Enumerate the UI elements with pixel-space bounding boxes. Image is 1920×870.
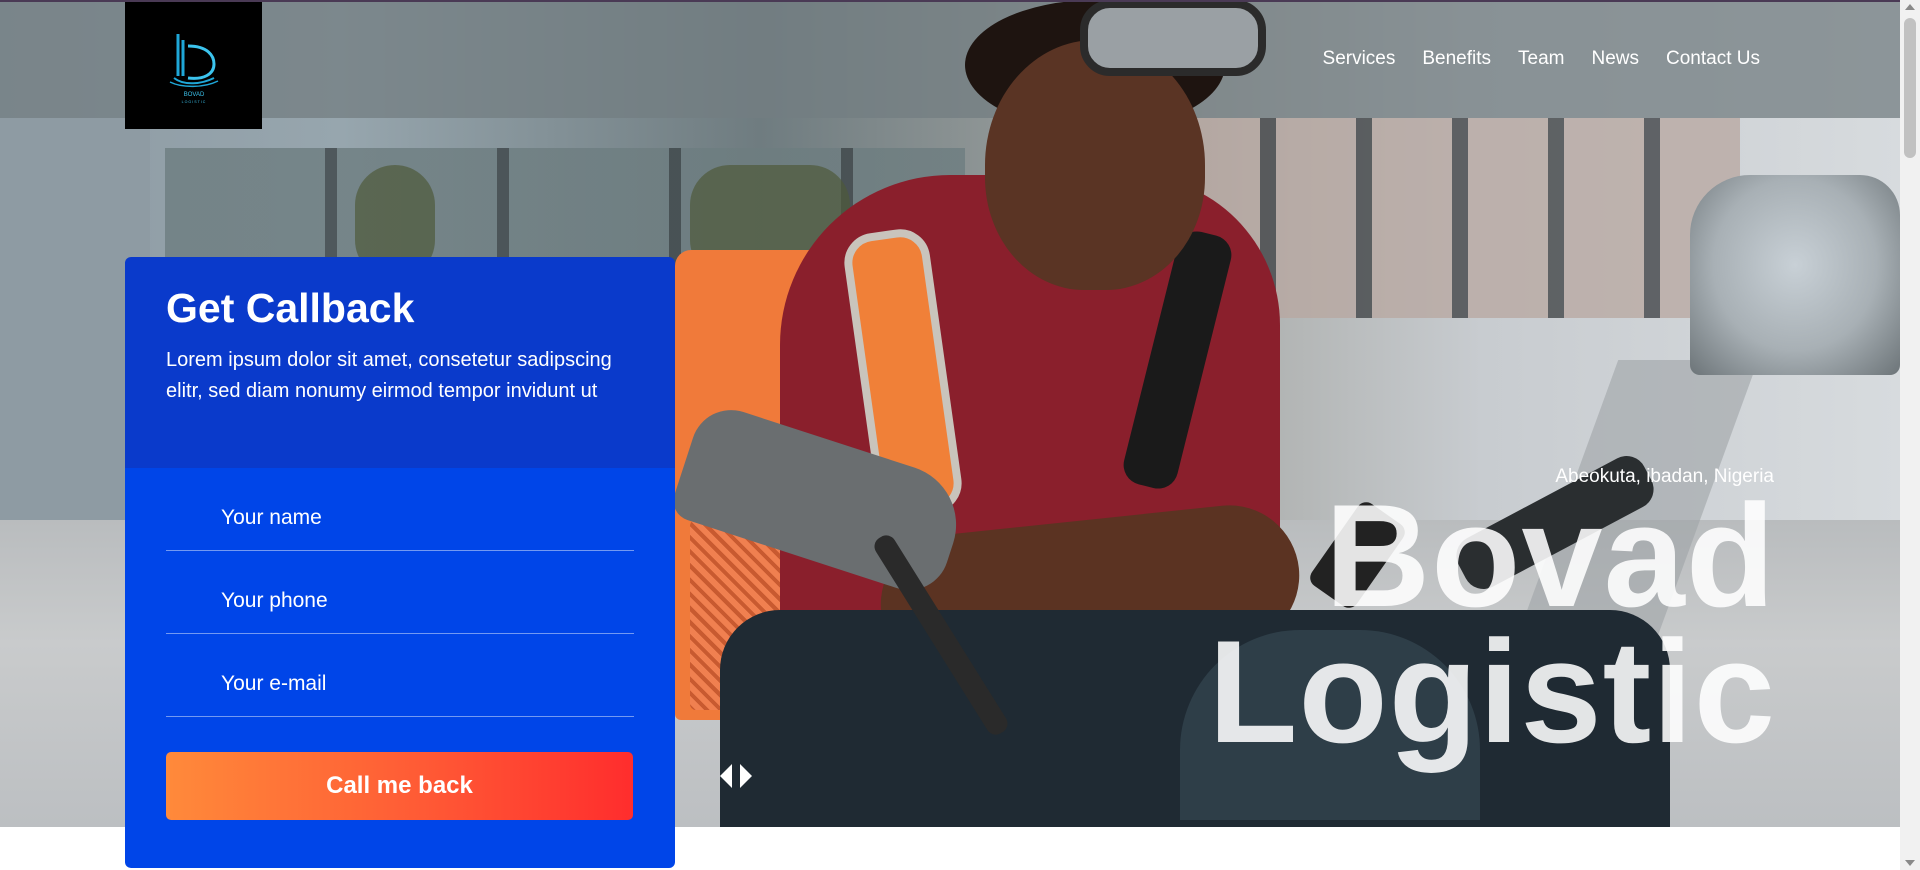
page-scrollbar[interactable] xyxy=(1900,0,1920,870)
hero-title: Bovad Logistic xyxy=(1208,474,1776,773)
name-field-row xyxy=(166,468,634,551)
name-input[interactable] xyxy=(166,506,634,550)
logo-text: BOVAD xyxy=(183,92,204,98)
nav-item-services[interactable]: Services xyxy=(1323,48,1396,70)
email-input[interactable] xyxy=(166,672,634,716)
callback-description: Lorem ipsum dolor sit amet, consetetur s… xyxy=(166,349,612,402)
nav-item-contact-us[interactable]: Contact Us xyxy=(1666,48,1760,70)
scroll-up-arrow-icon[interactable] xyxy=(1905,4,1915,10)
chevron-left-icon[interactable] xyxy=(720,764,732,788)
top-accent-line xyxy=(0,0,1920,2)
scrollbar-thumb[interactable] xyxy=(1904,18,1916,158)
slider-controls xyxy=(720,764,752,788)
hero-bg-car xyxy=(1690,175,1900,375)
site-logo[interactable]: BOVAD LOGISTIC xyxy=(125,2,262,129)
chevron-right-icon[interactable] xyxy=(740,764,752,788)
bovad-logo-icon: BOVAD LOGISTIC xyxy=(169,33,218,104)
callback-form: Call me back xyxy=(125,468,675,868)
callback-title: Get Callback xyxy=(166,285,415,331)
hero-person-face xyxy=(985,40,1205,290)
logo-subtext: LOGISTIC xyxy=(181,100,206,104)
hero-title-line-1: Bovad xyxy=(1324,474,1776,637)
phone-input[interactable] xyxy=(166,589,634,633)
call-me-back-button[interactable]: Call me back xyxy=(166,752,633,820)
nav-item-team[interactable]: Team xyxy=(1518,48,1564,70)
callback-card-header: Get Callback Lorem ipsum dolor sit amet,… xyxy=(125,257,675,468)
phone-field-row xyxy=(166,551,634,634)
hero-goggles xyxy=(1080,0,1266,76)
email-field-row xyxy=(166,634,634,717)
hero-title-line-2: Logistic xyxy=(1208,610,1776,773)
main-nav: Services Benefits Team News Contact Us xyxy=(1323,48,1760,70)
callback-card: Get Callback Lorem ipsum dolor sit amet,… xyxy=(125,257,675,868)
nav-item-benefits[interactable]: Benefits xyxy=(1422,48,1491,70)
nav-item-news[interactable]: News xyxy=(1592,48,1640,70)
scroll-down-arrow-icon[interactable] xyxy=(1905,860,1915,866)
